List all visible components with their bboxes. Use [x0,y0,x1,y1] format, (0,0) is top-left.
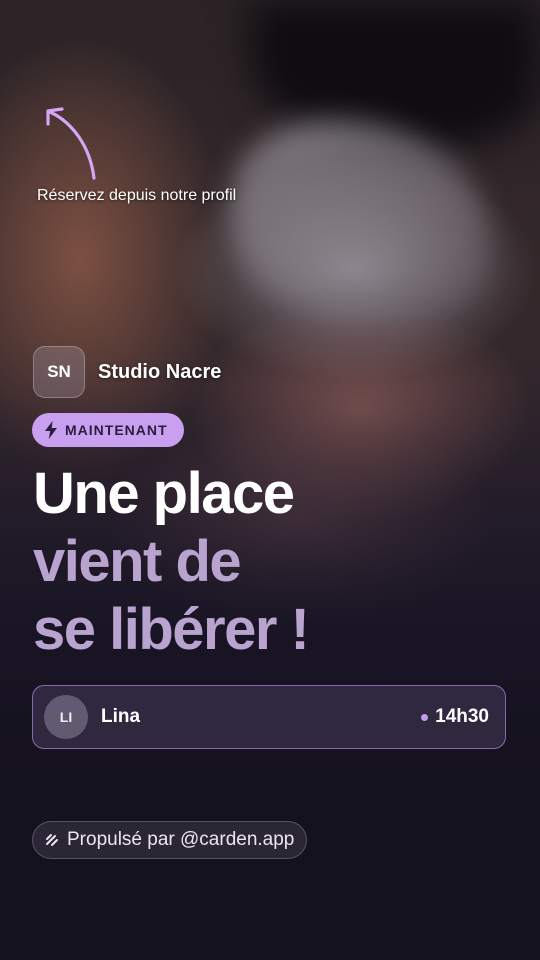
curved-arrow-icon [46,107,96,180]
studio-avatar: SN [33,346,85,398]
powered-by-text: Propulsé par @carden.app [67,829,295,850]
available-slot-card[interactable]: LI Lina 14h30 [32,685,506,749]
status-dot [421,713,429,721]
staff-name: Lina [101,706,141,727]
headline: Une place vient de se libérer ! [33,460,310,664]
headline-line-1: Une place [33,461,295,526]
carden-logo-icon [46,834,58,846]
headline-line-2: vient de [33,529,242,594]
now-badge: MAINTENANT [32,413,184,447]
powered-by-badge[interactable]: Propulsé par @carden.app [32,821,308,859]
staff-avatar: LI [44,695,88,739]
headline-line-3: se libérer ! [33,597,310,662]
studio-name: Studio Nacre [98,360,222,383]
profile-hint-text: Réservez depuis notre profil [37,187,237,204]
now-badge-label: MAINTENANT [65,422,168,438]
lightning-icon [45,421,57,439]
slot-time: 14h30 [435,706,489,727]
studio-header: SN Studio Nacre [33,346,221,398]
